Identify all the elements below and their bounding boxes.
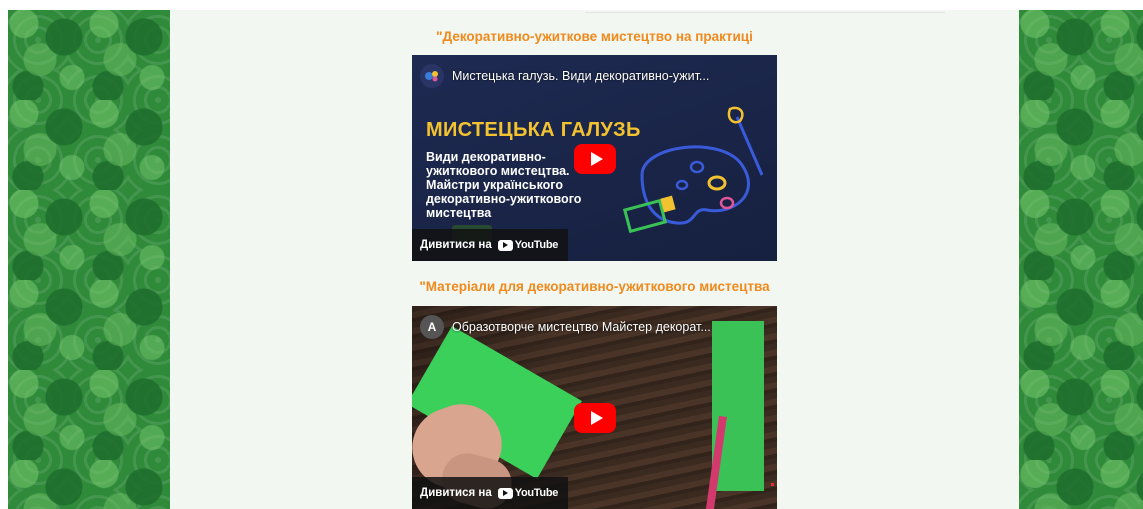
thumbnail-heading: МИСТЕЦЬКА ГАЛУЗЬ — [426, 119, 641, 141]
left-decorative-border — [8, 10, 170, 509]
page: "Декоративно-ужиткове мистецтво на практ… — [0, 0, 1143, 509]
video-title[interactable]: Мистецька галузь. Види декоративно-ужит.… — [452, 69, 709, 83]
main-content: "Декоративно-ужиткове мистецтво на практ… — [170, 10, 1019, 509]
watch-label: Дивитися на — [420, 239, 492, 251]
youtube-wordmark: YouTube — [514, 239, 559, 251]
right-decorative-border — [1019, 10, 1143, 509]
video-title[interactable]: Образотворче мистецтво Майстер декорат..… — [452, 320, 711, 334]
watch-on-youtube-button[interactable]: Дивитися на YouTube — [412, 477, 569, 509]
youtube-logo: YouTube — [497, 487, 559, 499]
channel-avatar[interactable]: А — [420, 315, 444, 339]
divider — [585, 12, 945, 13]
youtube-embed[interactable]: А Образотворче мистецтво Майстер декорат… — [412, 306, 777, 509]
marker-dot — [771, 483, 774, 486]
watch-on-youtube-button[interactable]: Дивитися на YouTube — [412, 229, 569, 261]
youtube-logo: YouTube — [497, 239, 559, 251]
section-heading: "Матеріали для декоративно-ужиткового ми… — [419, 279, 770, 294]
watch-label: Дивитися на — [420, 487, 492, 499]
section-heading: "Декоративно-ужиткове мистецтво на практ… — [436, 29, 753, 44]
youtube-icon — [497, 487, 513, 499]
youtube-embed[interactable]: Мистецька галузь. Види декоративно-ужит.… — [412, 55, 777, 261]
video-title-bar[interactable]: А Образотворче мистецтво Майстер декорат… — [420, 314, 769, 340]
channel-logo-icon[interactable] — [420, 64, 444, 88]
play-button[interactable] — [574, 403, 616, 433]
play-button[interactable] — [574, 144, 616, 174]
video-title-bar[interactable]: Мистецька галузь. Види декоративно-ужит.… — [420, 63, 769, 89]
youtube-icon — [497, 239, 513, 251]
youtube-wordmark: YouTube — [514, 487, 559, 499]
